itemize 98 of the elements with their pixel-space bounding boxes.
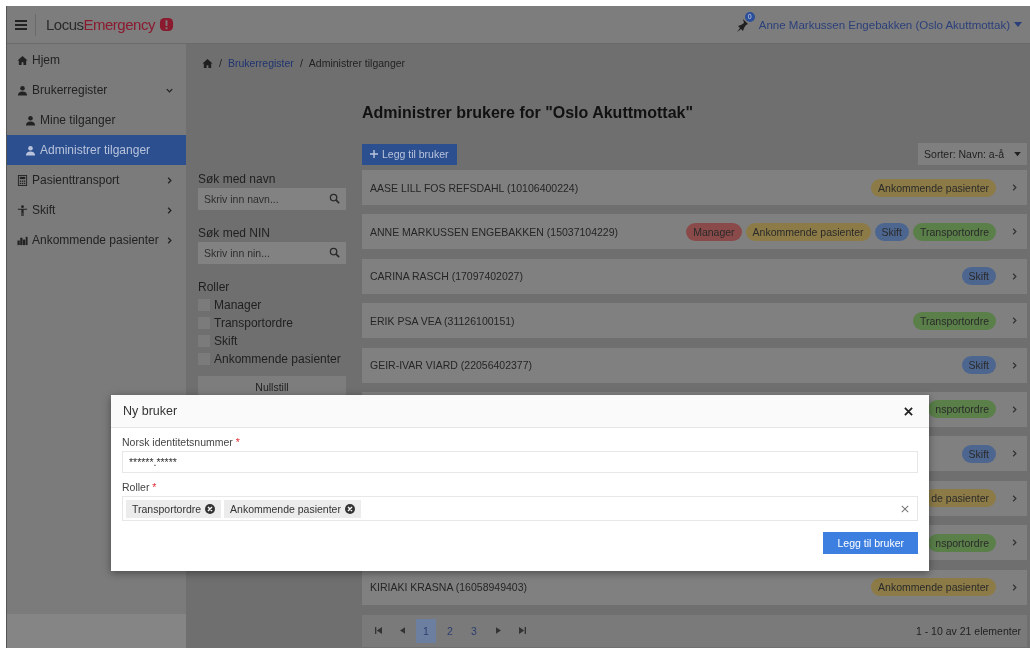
sidebar-item[interactable]: Administrer tilganger — [7, 135, 186, 165]
chevron-icon — [165, 175, 174, 185]
user-name: ERIK PSA VEA (31126100151) — [370, 314, 516, 327]
expand-icon — [1010, 183, 1019, 192]
sidebar-item[interactable]: Hjem — [7, 45, 186, 75]
name-search-field[interactable]: Skriv inn navn... — [198, 188, 346, 210]
user-name: GEIR-IVAR VIARD (22056402377) — [370, 359, 534, 372]
user-name: AASE LILL FOS REFSDAHL (10106400224) — [370, 181, 580, 194]
previous-page-icon[interactable] — [399, 627, 405, 635]
chart-icon — [17, 234, 28, 246]
role-tag: Skift — [961, 356, 996, 375]
home-icon — [17, 54, 28, 66]
role-tag: Manager — [686, 222, 742, 241]
user-icon — [25, 114, 36, 126]
user-row[interactable]: AASE LILL FOS REFSDAHL (10106400224) Ankommende pasienter — [362, 170, 1027, 205]
home-icon[interactable] — [202, 57, 213, 69]
chevron-icon — [165, 235, 174, 245]
filter-label: Roller — [198, 280, 231, 294]
breadcrumb-current: Administrer tilganger — [308, 57, 406, 69]
page-button[interactable]: 2 — [440, 618, 460, 643]
role-tag: Transportordre — [912, 311, 996, 330]
expand-icon — [1010, 360, 1019, 370]
user-name: KIRIAKI KRASNA (16058949403) — [370, 581, 528, 593]
sidebar-item[interactable]: Mine tilganger — [7, 105, 186, 135]
menu-icon[interactable] — [15, 19, 27, 30]
user-row[interactable]: GEIR-IVAR VIARD (22056402377) Skift — [362, 347, 1027, 383]
nin-search-field[interactable]: Skriv inn nin... — [198, 242, 346, 264]
user-menu[interactable]: Anne Markussen Engebakken (Oslo Akuttmottak) — [758, 18, 1022, 31]
checkbox-label: Ankommende pasienter — [214, 352, 341, 366]
user-icon — [17, 84, 28, 96]
user-row[interactable]: CARINA RASCH (17097402027) Skift — [362, 258, 1027, 294]
role-tag: Ankommende pasienter — [745, 222, 871, 241]
app-logo[interactable]: LocusEmergency — [46, 16, 155, 33]
roles-select-field[interactable]: Transportordre Ankommende pasienter — [122, 496, 918, 521]
remove-icon[interactable] — [205, 503, 216, 514]
breadcrumb-separator: / — [299, 57, 303, 69]
page-title: Administrer brukere for "Oslo Akuttmottak" — [362, 104, 695, 123]
person-icon — [17, 204, 28, 216]
field-label: Norsk identitetsnummer * — [122, 436, 241, 448]
expand-icon — [1010, 316, 1019, 326]
filter-label: Søk med navn — [198, 172, 277, 186]
role-chip: Transportordre — [126, 499, 222, 518]
role-tag: nsportordre — [928, 533, 996, 552]
caret-icon — [1014, 151, 1021, 157]
user-icon — [25, 144, 36, 156]
breadcrumb-separator: / — [219, 57, 222, 69]
sort-dropdown[interactable]: Sorter: Navn: a-å — [918, 143, 1027, 165]
user-row[interactable]: ANNE MARKUSSEN ENGEBAKKEN (15037104229) Manager Ankommende pasienter Skift Transportordre — [362, 214, 1027, 250]
role-tag: nsportordre — [928, 400, 996, 419]
page-button[interactable]: 3 — [464, 618, 484, 643]
checkbox-label: Skift — [214, 334, 238, 348]
first-page-icon[interactable] — [374, 627, 382, 635]
user-row[interactable]: KIRIAKI KRASNA (16058949403) Ankommende pasienter — [362, 569, 1027, 605]
sidebar-item[interactable]: Brukerregister — [7, 75, 186, 105]
caret-icon — [1014, 21, 1022, 28]
remove-icon[interactable] — [344, 503, 355, 514]
expand-icon — [1010, 271, 1019, 281]
role-tag: Ankommende pasienter — [871, 178, 996, 197]
checkbox-label: Manager — [214, 298, 262, 312]
nin-input-field[interactable]: ******.***** — [122, 451, 918, 473]
role-tag: Ankommende pasienter — [871, 578, 996, 596]
chevron-icon — [165, 205, 174, 215]
role-tag: Skift — [961, 444, 996, 463]
user-row[interactable]: ERIK PSA VEA (31126100151) Transportordre — [362, 303, 1027, 339]
expand-icon — [1010, 538, 1019, 548]
search-icon[interactable] — [329, 193, 340, 204]
role-tag: Skift — [874, 222, 909, 241]
plus-icon — [370, 150, 378, 158]
expand-icon — [1010, 449, 1019, 459]
reset-button[interactable]: Nullstill — [198, 376, 346, 398]
user-name: CARINA RASCH (17097402027) — [370, 270, 524, 283]
last-page-icon[interactable] — [518, 627, 526, 635]
alert-icon — [158, 17, 174, 32]
submit-button[interactable]: Legg til bruker — [823, 532, 918, 554]
page-button[interactable]: 1 — [416, 618, 436, 643]
expand-icon — [1010, 582, 1019, 592]
dialog-title: Ny bruker — [123, 404, 178, 418]
field-label: Roller * — [122, 481, 158, 493]
sidebar-item[interactable]: Skift — [7, 195, 186, 225]
page-summary: 1 - 10 av 21 elementer — [915, 624, 1021, 637]
expand-icon — [1010, 493, 1019, 503]
add-user-button[interactable]: Legg til bruker — [362, 143, 457, 165]
expand-icon — [1010, 404, 1019, 414]
expand-icon — [1010, 227, 1019, 237]
pin-icon[interactable] — [734, 17, 749, 32]
clear-icon[interactable] — [901, 504, 909, 513]
calculator-icon — [17, 174, 28, 186]
search-icon[interactable] — [329, 247, 340, 258]
checkbox-label: Transportordre — [214, 316, 293, 330]
role-tag: Skift — [961, 267, 996, 286]
next-page-icon[interactable] — [495, 627, 501, 635]
role-chip: Ankommende pasienter — [224, 499, 361, 518]
sidebar-item[interactable]: Ankommende pasienter — [7, 225, 186, 255]
sidebar-item[interactable]: Pasienttransport — [7, 165, 186, 195]
role-tag: Transportordre — [912, 222, 996, 241]
user-name: ANNE MARKUSSEN ENGEBAKKEN (15037104229) — [370, 225, 620, 238]
breadcrumb-link[interactable]: Brukerregister — [227, 57, 294, 69]
filter-label: Søk med NIN — [198, 226, 271, 240]
